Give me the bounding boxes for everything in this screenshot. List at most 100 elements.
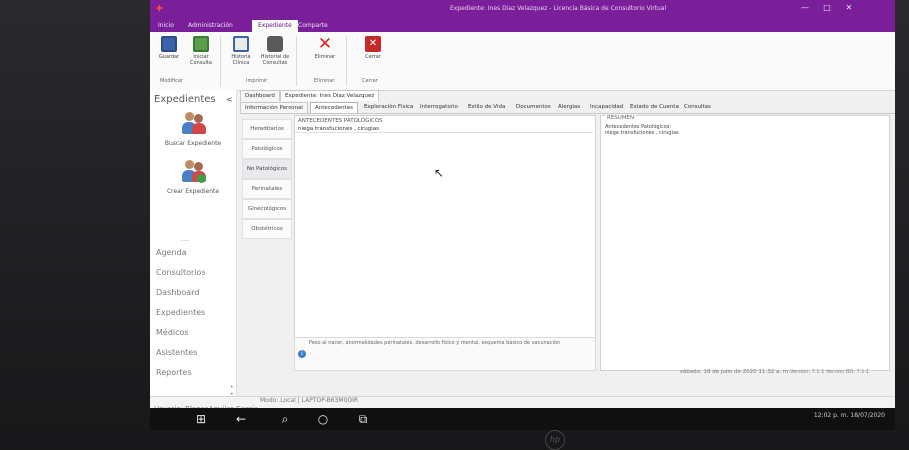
hint-text: Peso al nacer, anormalidades perinatales… xyxy=(309,340,561,346)
app-window: ✚ Expediente: Ines Diaz Velazquez - Lice… xyxy=(150,0,895,418)
tab-alergias[interactable]: Alergias xyxy=(554,102,584,112)
tab-expediente[interactable]: Expediente xyxy=(252,20,298,32)
tray-time: 12:02 p. m. xyxy=(813,412,849,419)
consult-history-label: Historial de Consultas xyxy=(260,54,290,66)
summary-panel: RESUMEN Antecedentes Patológicos: niega … xyxy=(600,115,890,371)
antecedentes-text[interactable]: niega transfuciones , cirugias xyxy=(298,126,379,132)
clinical-history-label: Historia Clínica xyxy=(231,54,251,66)
status-version: Versión: 7.1.1 Versión BD: 7.1.1 xyxy=(790,369,870,375)
antecedentes-subnav: Hereditarios Patológicos No Patológicos … xyxy=(242,115,292,395)
tab-comparte[interactable]: Comparte xyxy=(292,20,334,32)
app-logo-icon[interactable]: ✚ xyxy=(156,4,165,13)
close-box-icon: ✕ xyxy=(365,36,381,52)
person-head xyxy=(185,112,194,121)
tab-administracion[interactable]: Administración xyxy=(182,20,239,32)
antecedentes-panel: ANTECEDENTES PATOLÓGICOS niega transfuci… xyxy=(294,115,596,365)
group-divider xyxy=(220,36,221,86)
nav-item-agenda[interactable]: Agenda xyxy=(156,248,187,257)
document-icon xyxy=(233,36,249,52)
delete-button[interactable]: ✕ Eliminar xyxy=(310,36,340,72)
tray-date: 18/07/2020 xyxy=(850,412,885,419)
nav-header: Expedientes xyxy=(154,94,216,105)
subnav-patologicos[interactable]: Patológicos xyxy=(242,139,292,159)
document-tabs: Dashboard Expediente: Ines Diaz Velazque… xyxy=(240,90,895,101)
person-head xyxy=(194,162,203,171)
save-label: Guardar xyxy=(158,54,180,60)
subnav-perinatales[interactable]: Perinatales xyxy=(242,179,292,199)
group-eliminar: Eliminar xyxy=(314,78,335,84)
windows-taskbar: ⊞ ← ⌕ ○ ⧉ 12:02 p. m. 18/07/2020 xyxy=(150,408,895,430)
minimize-icon[interactable]: — xyxy=(798,3,812,13)
subnav-obstetricos[interactable]: Obstétricos xyxy=(242,219,292,239)
left-navigation: Expedientes < Buscar Expediente Crear Ex… xyxy=(150,90,237,405)
subnav-no-patologicos[interactable]: No Patológicos xyxy=(242,159,292,179)
tab-inicio[interactable]: Inicio xyxy=(152,20,180,32)
windows-start-icon[interactable]: ⊞ xyxy=(194,412,208,426)
window-title: Expediente: Ines Diaz Velazquez - Licenc… xyxy=(450,5,667,12)
section-hint: i Peso al nacer, anormalidades perinatal… xyxy=(294,337,596,371)
tab-interrogatorio[interactable]: Interrogatorio xyxy=(416,102,462,112)
plus-badge-icon xyxy=(197,174,206,183)
person-body xyxy=(192,123,206,134)
mouse-cursor-icon: ↖ xyxy=(434,166,445,180)
hp-logo-icon: hp xyxy=(545,430,565,450)
save-button[interactable]: Guardar xyxy=(154,36,184,72)
tab-informacion-personal[interactable]: Información Personal xyxy=(240,102,308,113)
status-mode: Modo: Local | LAPTOP-B63M0OIR xyxy=(260,397,359,404)
back-arrow-icon[interactable]: ← xyxy=(234,412,248,426)
ribbon-tabs: Inicio Administración Expediente Compart… xyxy=(150,18,895,32)
clinical-history-button[interactable]: Historia Clínica xyxy=(226,36,256,72)
collapse-icon[interactable]: < xyxy=(226,95,233,104)
tab-estilo-de-vida[interactable]: Estilo de Vida xyxy=(464,102,509,112)
tab-exploracion-fisica[interactable]: Exploración Física xyxy=(360,102,417,112)
search-icon[interactable]: ⌕ xyxy=(278,412,292,426)
search-record-icon[interactable] xyxy=(182,112,206,136)
person-head xyxy=(194,114,203,123)
tab-dashboard[interactable]: Dashboard xyxy=(240,90,280,101)
title-bar: ✚ Expediente: Ines Diaz Velazquez - Lice… xyxy=(150,0,895,18)
group-modificar: Modificar xyxy=(160,78,183,84)
tab-incapacidad[interactable]: Incapacidad xyxy=(586,102,627,112)
group-cerrar: Cerrar xyxy=(362,78,378,84)
person-head xyxy=(185,160,194,169)
tab-antecedentes[interactable]: Antecedentes xyxy=(310,102,358,113)
printer-icon xyxy=(267,36,283,52)
tab-consultas[interactable]: Consultas xyxy=(680,102,715,112)
info-icon: i xyxy=(298,350,306,358)
close-icon[interactable]: ✕ xyxy=(842,3,856,13)
create-record-label[interactable]: Crear Expediente xyxy=(150,188,236,195)
group-divider xyxy=(346,36,347,86)
task-view-icon[interactable]: ⧉ xyxy=(356,412,370,426)
subnav-ginecologicos[interactable]: Ginecológicos xyxy=(242,199,292,219)
maximize-icon[interactable]: □ xyxy=(820,3,834,13)
status-date: sábado, 18 de julio de 2020 11:32 a. m. xyxy=(680,369,790,375)
start-consult-button[interactable]: Iniciar Consulta xyxy=(186,36,216,72)
nav-item-asistentes[interactable]: Asistentes xyxy=(156,348,197,357)
start-consult-label: Iniciar Consulta xyxy=(190,54,212,66)
search-record-label[interactable]: Buscar Expediente xyxy=(150,140,236,147)
summary-line: niega transfuciones , cirugias xyxy=(605,130,679,136)
nav-item-medicos[interactable]: Médicos xyxy=(156,328,189,337)
nav-item-dashboard[interactable]: Dashboard xyxy=(156,288,199,297)
cortana-icon[interactable]: ○ xyxy=(316,412,330,426)
ribbon: Guardar Iniciar Consulta Historia Clínic… xyxy=(150,32,895,91)
record-sections-tabs: Información Personal Antecedentes Explor… xyxy=(240,101,895,114)
nav-item-expedientes[interactable]: Expedientes xyxy=(156,308,205,317)
floppy-icon xyxy=(161,36,177,52)
summary-title: RESUMEN xyxy=(605,115,637,121)
delete-label: Eliminar xyxy=(314,54,336,60)
clipboard-check-icon xyxy=(193,36,209,52)
delete-x-icon: ✕ xyxy=(317,34,333,54)
tab-estado-de-cuenta[interactable]: Estado de Cuenta xyxy=(626,102,683,112)
create-record-icon[interactable] xyxy=(182,160,206,184)
system-tray-clock[interactable]: 12:02 p. m. 18/07/2020 xyxy=(814,412,885,419)
subnav-hereditarios[interactable]: Hereditarios xyxy=(242,119,292,139)
nav-separator: ..... xyxy=(180,236,190,243)
nav-item-consultorios[interactable]: Consultorios xyxy=(156,268,206,277)
close-record-button[interactable]: ✕ Cerrar xyxy=(358,36,388,72)
consult-history-button[interactable]: Historial de Consultas xyxy=(260,36,290,72)
group-divider xyxy=(296,36,297,86)
tab-documentos[interactable]: Documentos xyxy=(512,102,555,112)
tab-expediente-paciente[interactable]: Expediente: Ines Diaz Velazquez xyxy=(280,90,380,101)
nav-item-reportes[interactable]: Reportes xyxy=(156,368,192,377)
